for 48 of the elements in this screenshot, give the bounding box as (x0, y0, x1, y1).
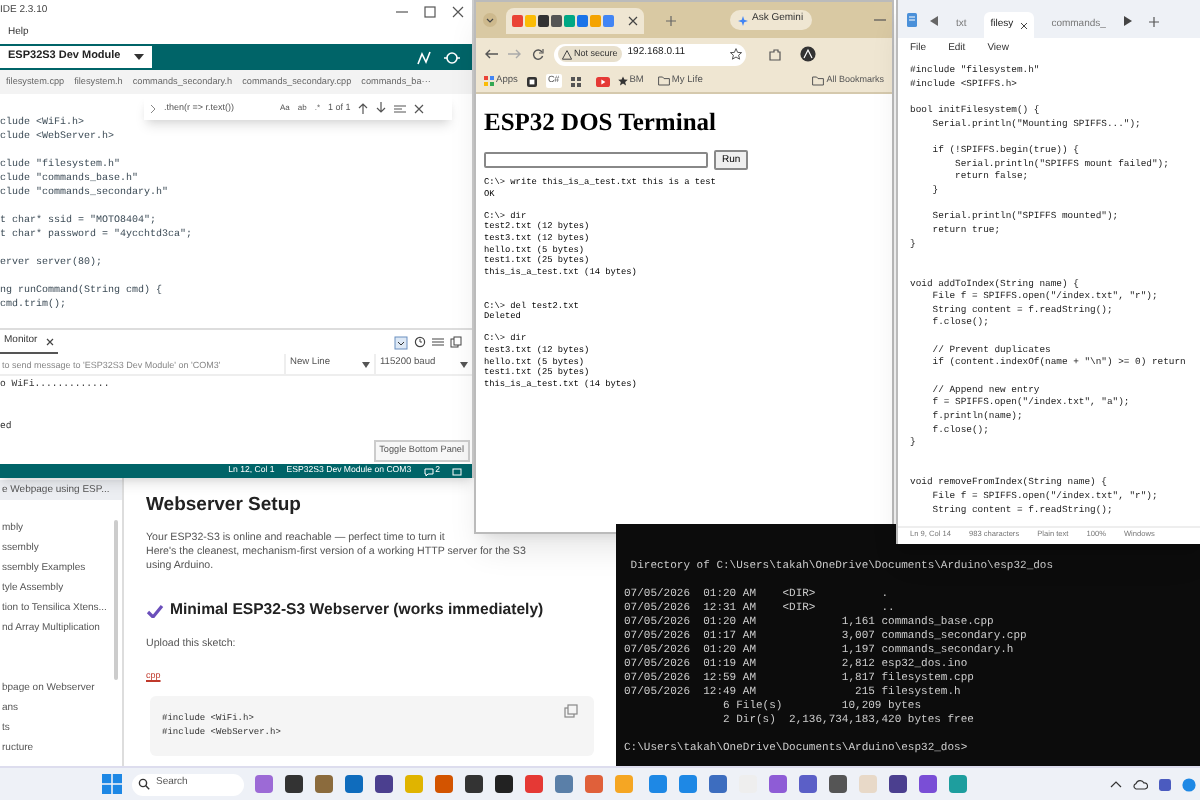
star-icon (617, 76, 628, 86)
maximize-icon[interactable] (424, 5, 436, 17)
close-icon[interactable] (628, 15, 638, 25)
warning-icon (562, 49, 572, 59)
close-icon[interactable] (414, 103, 425, 113)
autoscroll-icon[interactable] (394, 335, 408, 349)
new-tab-icon[interactable] (1147, 16, 1160, 28)
close-icon[interactable] (452, 5, 464, 17)
section-heading: Webserver Setup (146, 492, 303, 520)
caret-icon (460, 361, 468, 367)
clock-icon[interactable] (414, 336, 426, 348)
apps-grid-icon (484, 76, 494, 86)
caret-icon (362, 361, 370, 367)
tab-list-icon[interactable] (482, 12, 498, 28)
profile-icon[interactable] (800, 46, 816, 62)
browser-tab[interactable] (506, 7, 644, 33)
close-icon[interactable] (45, 337, 54, 345)
list-icon[interactable] (432, 336, 444, 348)
folder-icon (812, 76, 825, 86)
folder-icon (657, 76, 670, 86)
back-icon[interactable] (484, 48, 498, 60)
scroll-right-icon[interactable] (1123, 16, 1132, 26)
cloud-icon[interactable] (1132, 778, 1148, 790)
panel-icon[interactable] (452, 467, 462, 475)
sparkle-icon (738, 15, 748, 25)
plotter-icon[interactable] (416, 49, 432, 65)
search-icon (138, 778, 150, 790)
chevron-icon[interactable] (1110, 780, 1122, 788)
page-title: ESP32 DOS Terminal (484, 108, 718, 136)
notepad-icon (906, 12, 918, 28)
close-icon[interactable] (1019, 21, 1028, 29)
grid-icon[interactable] (569, 75, 582, 87)
reload-icon[interactable] (532, 48, 544, 60)
check-icon (146, 603, 164, 618)
minimize-icon[interactable] (396, 5, 408, 17)
start-icon[interactable] (102, 774, 122, 794)
square-icon[interactable] (525, 75, 538, 87)
caret-icon (134, 54, 144, 60)
play-icon[interactable] (595, 75, 610, 87)
star-icon[interactable] (730, 48, 742, 60)
scrollbar[interactable] (114, 520, 118, 680)
scroll-left-icon[interactable] (930, 16, 938, 26)
down-arrow-icon[interactable] (376, 102, 387, 114)
favicons-drawing (512, 13, 616, 27)
copy-icon[interactable] (564, 703, 578, 718)
command-field[interactable] (484, 152, 708, 168)
up-arrow-icon[interactable] (358, 102, 369, 114)
copy-icon[interactable] (450, 336, 462, 348)
